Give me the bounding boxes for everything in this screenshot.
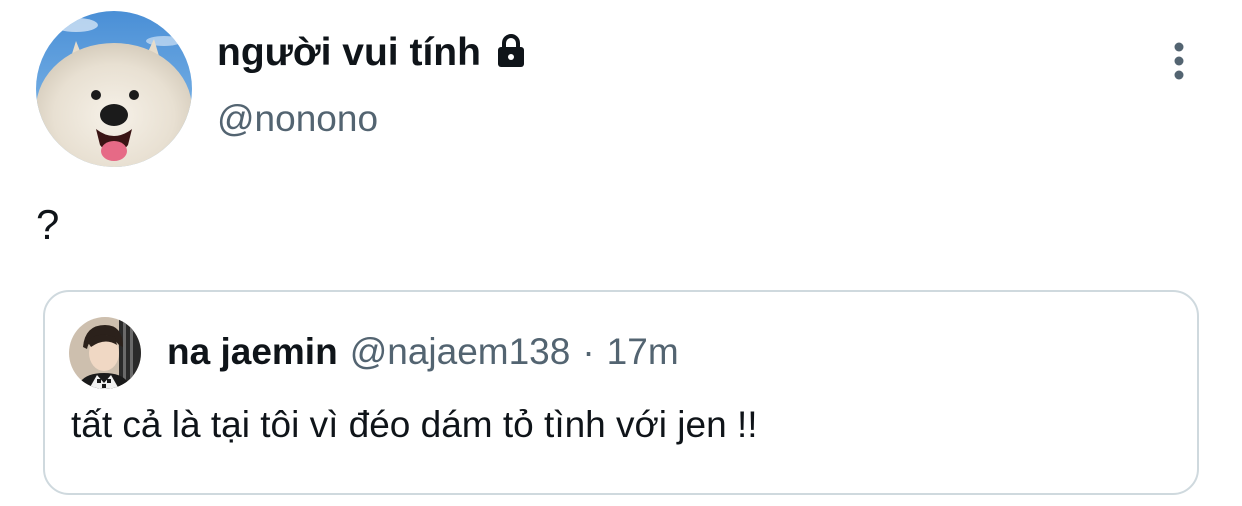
quoted-tweet-card[interactable]: na jaemin @najaem138 · 17m tất cả là tại… — [43, 290, 1199, 495]
more-vertical-icon — [1174, 42, 1184, 80]
quote-author-avatar[interactable] — [69, 317, 141, 389]
author-display-name[interactable]: người vui tính — [217, 30, 481, 76]
quote-text: tất cả là tại tôi vì đéo dám tỏ tình với… — [71, 404, 758, 445]
quote-separator: · — [582, 331, 595, 372]
quote-timestamp[interactable]: 17m — [607, 330, 679, 374]
quote-author-handle[interactable]: @najaem138 — [350, 330, 571, 374]
quote-author-name[interactable]: na jaemin — [167, 330, 338, 374]
author-display-name-row[interactable]: người vui tính — [217, 30, 531, 76]
author-handle[interactable]: @nonono — [217, 97, 378, 141]
quote-header: na jaemin @najaem138 · 17m — [167, 330, 679, 374]
author-avatar[interactable] — [36, 11, 192, 167]
lock-icon — [491, 31, 531, 71]
samoyed-dog-avatar — [36, 11, 192, 167]
person-avatar — [69, 317, 141, 389]
more-options-button[interactable] — [1158, 38, 1200, 84]
tweet-text: ? — [36, 201, 60, 248]
